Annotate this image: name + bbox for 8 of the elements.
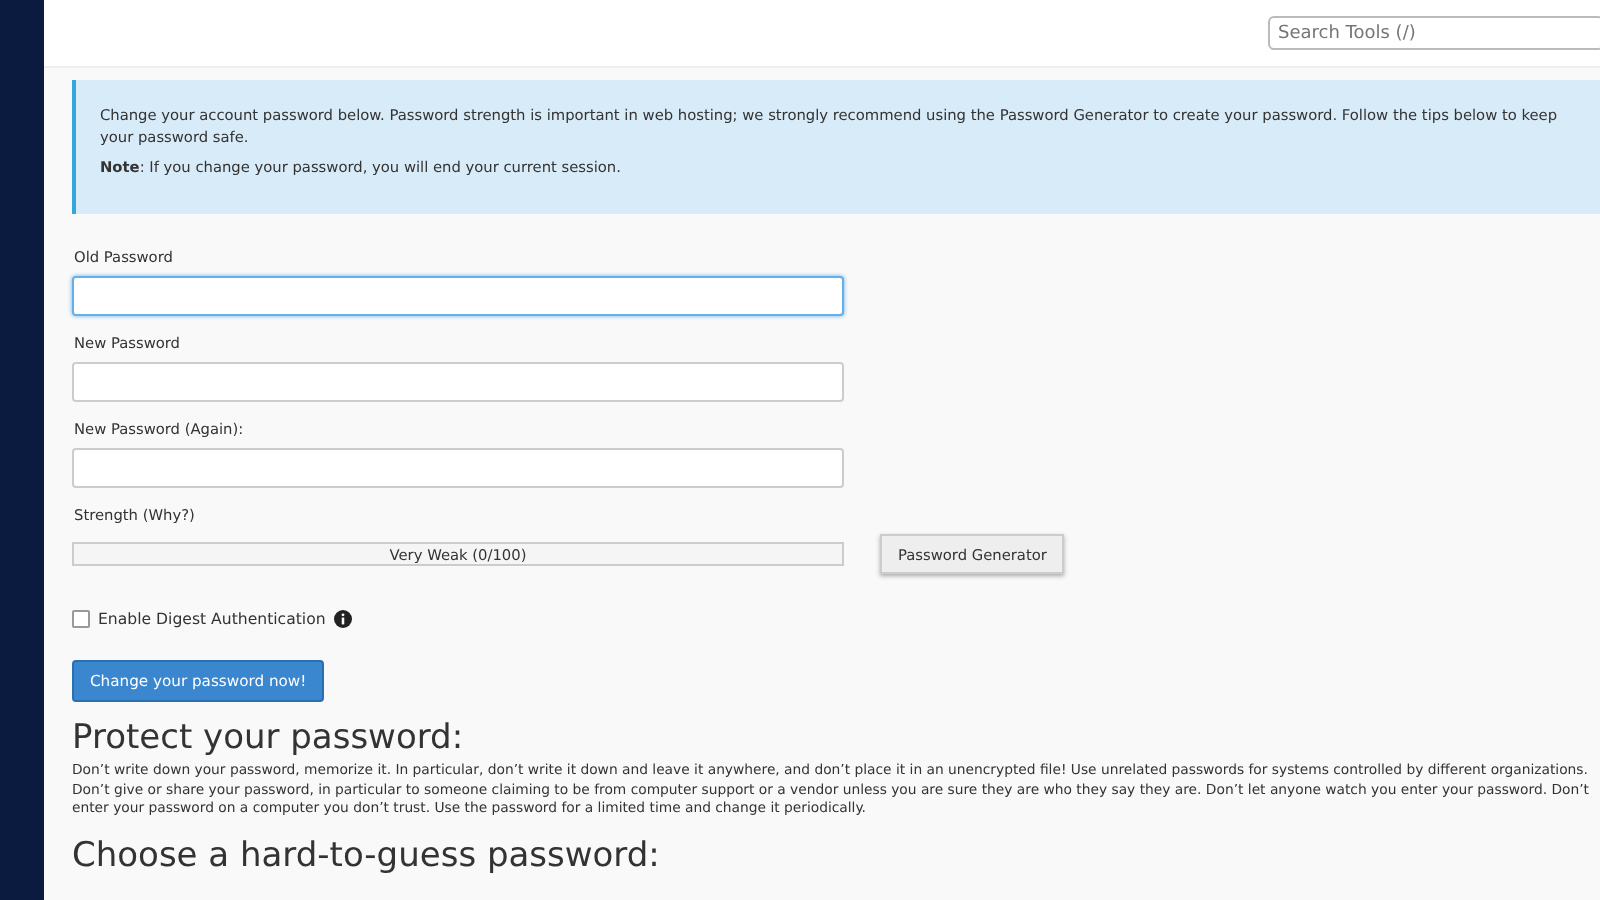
info-icon[interactable]: [333, 610, 352, 628]
checkbox[interactable]: [72, 610, 90, 628]
section-heading: Protect your password:: [72, 718, 466, 758]
search-field[interactable]: Search Tools (/): [1268, 16, 1600, 50]
section-heading: Choose a hard-to-guess password:: [72, 835, 662, 875]
password-field[interactable]: [72, 448, 844, 488]
password-field[interactable]: [72, 276, 844, 316]
password-field[interactable]: [72, 362, 844, 402]
